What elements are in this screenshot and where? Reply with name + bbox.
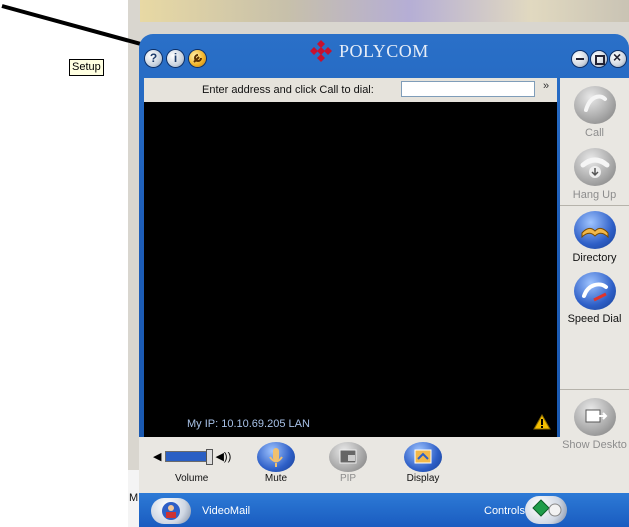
minimize-button[interactable]: [572, 51, 588, 67]
call-label: Call: [585, 127, 604, 139]
speed-dial-icon: [573, 272, 616, 310]
hang-up-icon: [573, 148, 616, 186]
pip-icon: [329, 442, 367, 472]
dial-bar: Enter address and click Call to dial: »: [144, 78, 557, 103]
video-area: My IP: 10.10.69.205 LAN: [144, 102, 557, 437]
display-label: Display: [406, 473, 440, 484]
hang-up-button[interactable]: Hang Up: [560, 148, 629, 201]
help-button[interactable]: ?: [145, 50, 162, 67]
speed-dial-button[interactable]: Speed Dial: [560, 272, 629, 325]
directory-label: Directory: [572, 252, 617, 264]
volume-control[interactable]: ◀ ◀)): [153, 449, 232, 465]
maximize-button[interactable]: [591, 51, 607, 67]
phone-icon: [573, 86, 616, 124]
control-bar: ◀ ◀)) Volume Mute PIP Display: [139, 437, 560, 493]
right-panel: Call Hang Up Directory Speed Dial Show D…: [560, 78, 629, 493]
videomail-button[interactable]: [151, 498, 191, 524]
panel-separator: [560, 205, 629, 206]
desktop-fragment-text: M: [129, 492, 139, 504]
show-desktop-icon: [573, 398, 616, 436]
pip-button[interactable]: PIP: [329, 442, 367, 484]
mute-label: Mute: [264, 473, 288, 484]
speaker-high-icon: ◀)): [215, 451, 232, 463]
mute-button[interactable]: Mute: [257, 442, 295, 484]
videomail-label[interactable]: VideoMail: [202, 505, 250, 517]
dial-label: Enter address and click Call to dial:: [202, 84, 374, 96]
address-input[interactable]: [401, 81, 535, 97]
info-button[interactable]: i: [167, 50, 184, 67]
speed-dial-label: Speed Dial: [567, 313, 622, 325]
polycom-logo: POLYCOM: [309, 38, 429, 64]
directional-pad-icon: [532, 499, 562, 517]
speaker-low-icon: ◀: [153, 451, 162, 463]
call-button[interactable]: Call: [560, 86, 629, 139]
show-desktop-button[interactable]: Show Deskto: [560, 398, 629, 451]
expand-chevron-icon[interactable]: »: [543, 80, 549, 92]
volume-label: Volume: [175, 473, 209, 484]
bottom-bar: VideoMail Controls: [139, 493, 629, 527]
desktop-icons-strip: [140, 0, 629, 22]
brand-name: POLYCOM: [339, 40, 429, 61]
pip-label: PIP: [339, 473, 357, 484]
videomail-icon: [162, 502, 180, 520]
volume-slider[interactable]: [165, 449, 214, 465]
setup-tooltip: Setup: [69, 59, 104, 76]
panel-separator: [560, 389, 629, 390]
polycom-window: ? i POLYCOM Enter address and click Call…: [139, 34, 629, 527]
display-icon: [404, 442, 442, 472]
directory-button[interactable]: Directory: [560, 211, 629, 264]
display-button[interactable]: Display: [404, 442, 442, 484]
warning-icon[interactable]: [533, 414, 551, 430]
microphone-icon: [257, 442, 295, 472]
directory-book-icon: [573, 211, 616, 249]
controls-toggle-button[interactable]: [525, 496, 567, 524]
title-bar[interactable]: ? i POLYCOM: [139, 34, 629, 76]
close-button[interactable]: [610, 49, 626, 67]
polycom-logo-icon: [310, 40, 332, 62]
my-ip-label: My IP: 10.10.69.205 LAN: [187, 418, 310, 430]
show-desktop-label: Show Deskto: [562, 439, 627, 451]
hang-up-label: Hang Up: [572, 189, 617, 201]
setup-wrench-icon[interactable]: [189, 50, 206, 67]
controls-label[interactable]: Controls: [484, 505, 525, 517]
